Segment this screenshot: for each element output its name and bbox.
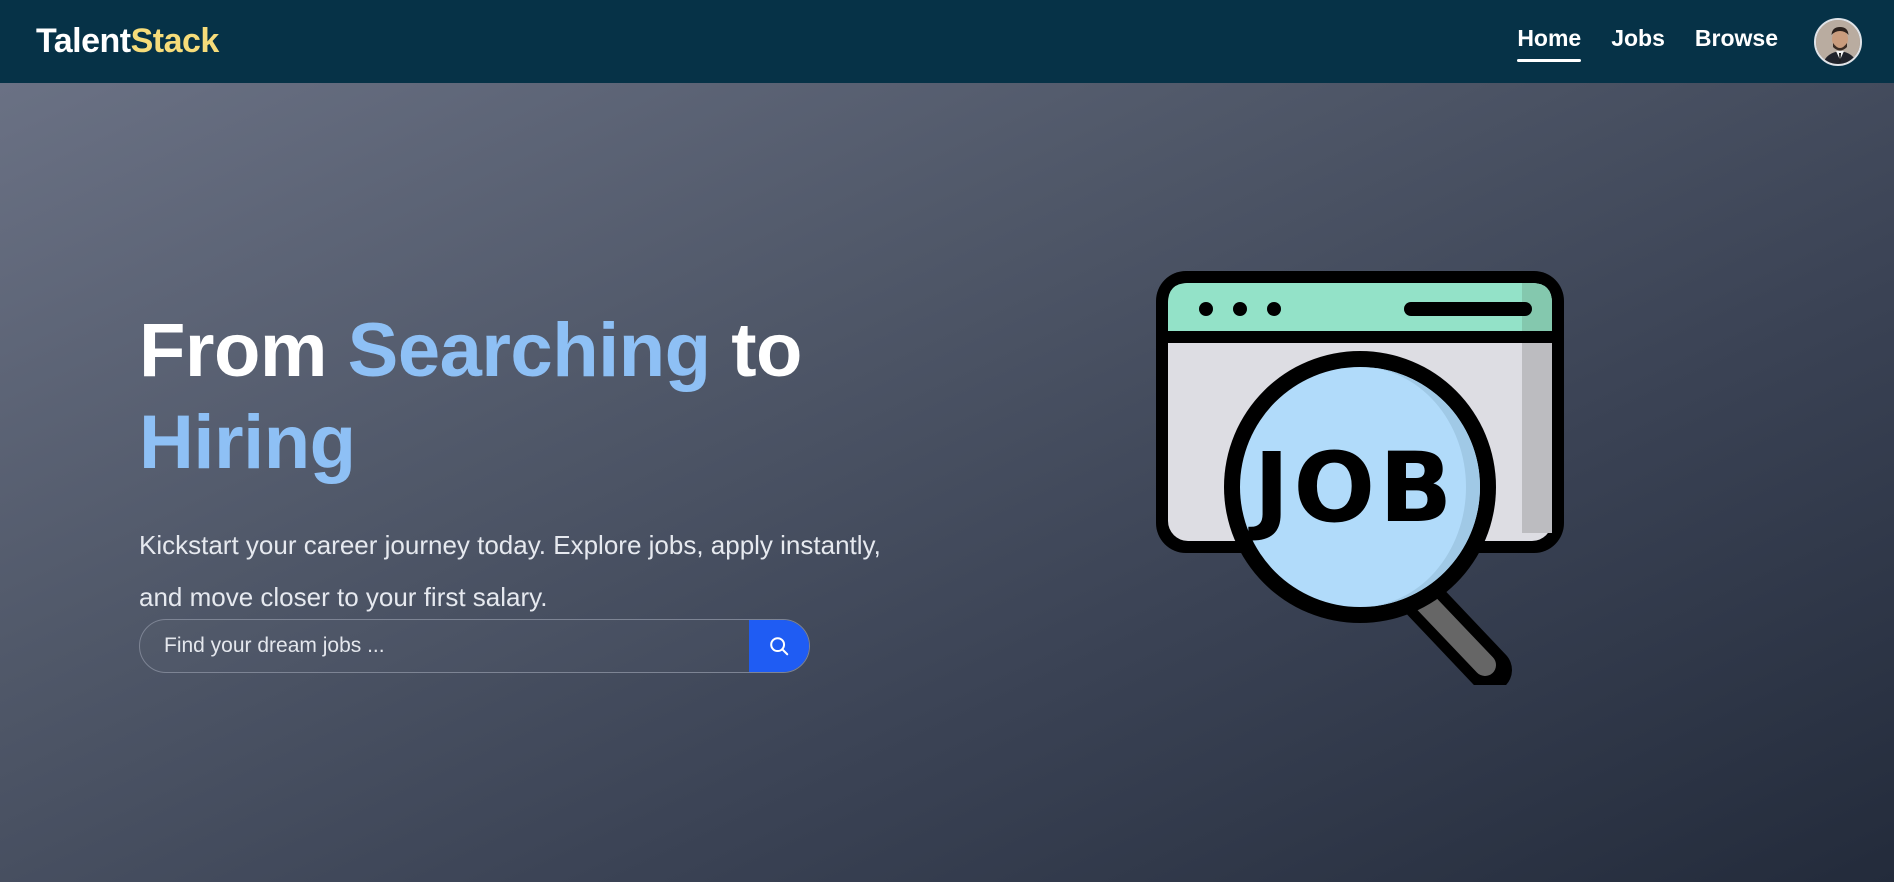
title-part1: From <box>139 308 348 393</box>
brand-primary: Talent <box>36 22 131 60</box>
illustration-job-text: JOB <box>1248 432 1457 544</box>
hero-subtitle: Kickstart your career journey today. Exp… <box>139 519 939 623</box>
nav-link-browse[interactable]: Browse <box>1695 25 1778 58</box>
nav-link-home[interactable]: Home <box>1517 25 1581 62</box>
hero-text: From Searching to Hiring Kickstart your … <box>139 305 939 623</box>
hero-section: From Searching to Hiring Kickstart your … <box>0 83 1894 882</box>
subtitle-line2: and move closer to your first salary. <box>139 582 548 612</box>
title-part2: to <box>710 308 802 393</box>
nav-link-jobs[interactable]: Jobs <box>1611 25 1665 58</box>
title-highlight-hiring: Hiring <box>139 400 356 485</box>
subtitle-line1: Kickstart your career journey today. Exp… <box>139 530 881 560</box>
search-input[interactable] <box>140 620 749 672</box>
job-search-illustration: JOB <box>1156 271 1564 685</box>
hero-title: From Searching to Hiring <box>139 305 939 489</box>
user-avatar[interactable] <box>1814 17 1862 66</box>
nav-menu: Home Jobs Browse <box>1517 17 1862 66</box>
search-button[interactable] <box>749 620 809 672</box>
search-icon <box>770 637 789 656</box>
brand-accent: Stack <box>130 22 220 60</box>
title-highlight-searching: Searching <box>347 308 711 393</box>
search-bar <box>139 619 810 673</box>
avatar-icon <box>1816 19 1860 64</box>
brand-logo[interactable]: TalentStack <box>36 22 219 61</box>
navbar: TalentStack Home Jobs Browse <box>0 0 1894 83</box>
